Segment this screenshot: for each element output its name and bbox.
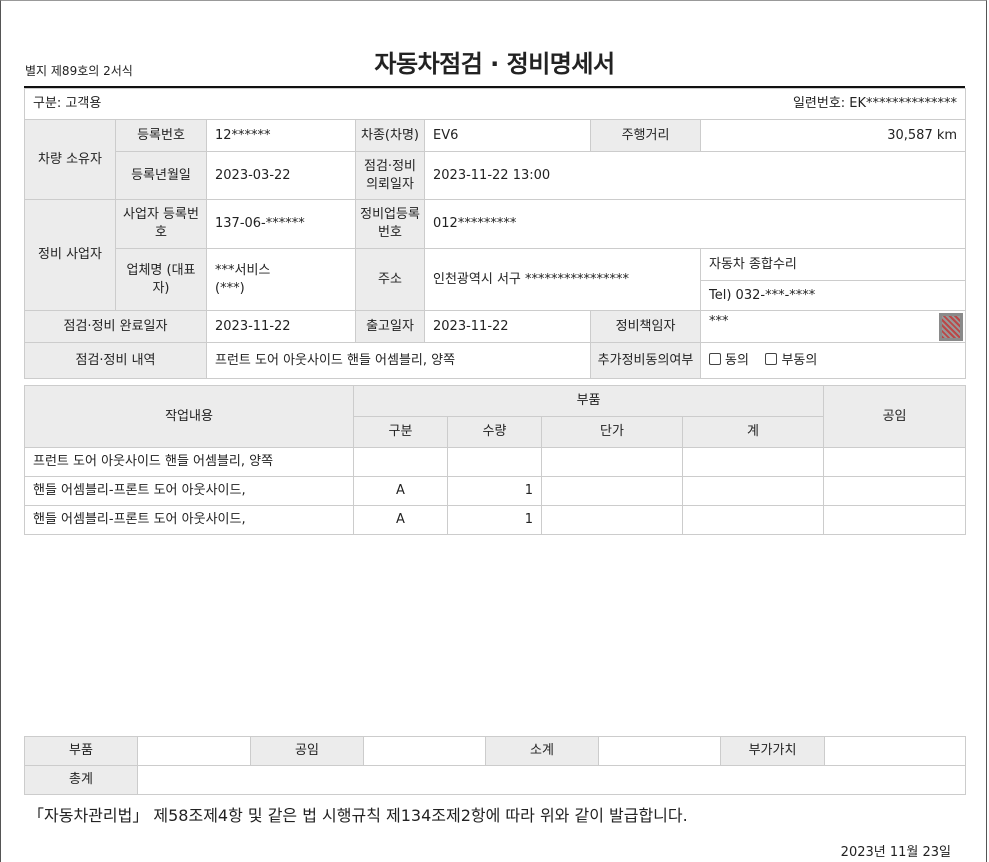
unit-price-cell	[541, 505, 683, 535]
shop-tel: Tel) 032-***-****	[700, 280, 967, 311]
shop-row-2: 업체명 (대표자) ***서비스 (***) 주소 인천광역시 서구 *****…	[25, 248, 967, 311]
model-label: 차종(차명)	[355, 119, 426, 152]
summary-labor-value	[363, 736, 486, 766]
document-title: 자동차점검 · 정비명세서	[374, 50, 615, 78]
work-cell: 프런트 도어 아웃사이드 핸들 어셈블리, 양쪽	[24, 447, 354, 477]
legal-statement: 「자동차관리법」 제58조제4항 및 같은 법 시행규칙 제134조제2항에 따…	[28, 806, 688, 825]
mileage-label: 주행거리	[590, 119, 702, 152]
total-cell	[681, 447, 825, 477]
details-value: 프런트 도어 아웃사이드 핸들 어셈블리, 양쪽	[205, 342, 592, 379]
owner-label: 차량 소유자	[24, 119, 116, 200]
shop-type: 자동차 종합수리	[700, 248, 967, 281]
summary-total-label: 총계	[24, 765, 138, 795]
consent-options: 동의 부동의	[700, 342, 967, 379]
summary-vat-value	[824, 736, 966, 766]
labor-cell	[823, 447, 967, 477]
release-date-label: 출고일자	[355, 310, 426, 343]
summary-labor-label: 공임	[250, 736, 364, 766]
manager-label: 정비책임자	[590, 310, 702, 343]
summary-vat-label: 부가가치	[720, 736, 825, 766]
summary-total-value	[137, 765, 966, 795]
summary-table: 부품 공임 소계 부가가치 총계	[24, 736, 966, 795]
vehicle-info-table: 구분: 고객용 일련번호: EK************** 차량 소유자 등록…	[23, 88, 967, 379]
serial-number: 일련번호: EK**************	[355, 88, 967, 120]
unit-price-cell	[541, 476, 683, 506]
shop-reg-no-label: 정비업등록 번호	[355, 199, 426, 249]
type-cell: A	[353, 476, 448, 506]
summary-parts-label: 부품	[24, 736, 138, 766]
reg-no-label: 등록번호	[115, 119, 207, 152]
summary-parts-value	[137, 736, 251, 766]
details-label: 점검·정비 내역	[24, 342, 207, 379]
total-header: 계	[681, 416, 825, 448]
manager-value: ***	[709, 313, 729, 329]
labor-cell	[823, 505, 967, 535]
release-date-value: 2023-11-22	[424, 310, 592, 343]
qty-cell: 1	[447, 476, 542, 506]
disagree-label: 부동의	[781, 352, 818, 368]
shop-row-1: 정비 사업자 사업자 등록번호 137-06-****** 정비업등록 번호 0…	[24, 199, 967, 311]
work-header: 작업내용	[24, 385, 354, 448]
company-value: ***서비스 (***)	[205, 248, 357, 311]
reg-no-value: 12******	[205, 119, 357, 152]
company-label: 업체명 (대표자)	[115, 248, 207, 311]
details-row: 점검·정비 내역 프런트 도어 아웃사이드 핸들 어셈블리, 양쪽 추가정비동의…	[24, 342, 967, 379]
qty-cell	[447, 447, 542, 477]
summary-row-2: 총계	[24, 765, 966, 795]
summary-subtotal-label: 소계	[485, 736, 599, 766]
summary-row-1: 부품 공임 소계 부가가치	[24, 736, 966, 766]
work-cell: 핸들 어셈블리-프론트 도어 아웃사이드,	[24, 505, 354, 535]
agree-checkbox[interactable]	[709, 352, 722, 365]
table-row: 핸들 어셈블리-프론트 도어 아웃사이드, A 1	[24, 476, 967, 506]
qty-header: 수량	[447, 416, 542, 448]
consent-label: 추가정비동의여부	[590, 342, 702, 379]
owner-row-1: 차량 소유자 등록번호 12****** 차종(차명) EV6 주행거리 30,…	[24, 119, 967, 200]
request-date-value: 2023-11-22 13:00	[424, 151, 967, 200]
qty-cell: 1	[447, 505, 542, 535]
total-cell	[681, 505, 825, 535]
labor-cell	[823, 476, 967, 506]
manager-cell: ***	[700, 310, 967, 343]
biz-no-value: 137-06-******	[205, 199, 357, 249]
issue-date: 2023년 11월 23일	[840, 845, 951, 860]
labor-header: 공임	[823, 385, 967, 448]
category-row: 구분: 고객용 일련번호: EK**************	[23, 88, 967, 120]
parts-header: 부품	[352, 385, 825, 417]
summary-subtotal-value	[598, 736, 721, 766]
address-value: 인천광역시 서구 ****************	[424, 248, 702, 311]
total-cell	[681, 476, 825, 506]
type-cell	[353, 447, 448, 477]
dates-row: 점검·정비 완료일자 2023-11-22 출고일자 2023-11-22 정비…	[24, 310, 967, 343]
disagree-checkbox[interactable]	[765, 352, 778, 365]
table-row: 핸들 어셈블리-프론트 도어 아웃사이드, A 1	[24, 505, 967, 535]
type-header: 구분	[353, 416, 448, 448]
company-rep: (***)	[215, 280, 245, 296]
category: 구분: 고객용	[23, 88, 356, 120]
shop-label: 정비 사업자	[24, 199, 116, 311]
complete-date-label: 점검·정비 완료일자	[24, 310, 207, 343]
shop-reg-no-value: 012*********	[424, 199, 967, 249]
owner-row-2: 등록년월일 2023-03-22 점검·정비 의뢰일자 2023-11-22 1…	[25, 151, 967, 200]
work-table: 작업내용 부품 공임 구분 수량 단가 계 프런트 도어 아웃사이드 핸들 어셈…	[24, 385, 967, 535]
table-row: 프런트 도어 아웃사이드 핸들 어셈블리, 양쪽	[24, 447, 967, 477]
unit-price-header: 단가	[541, 416, 683, 448]
biz-no-label: 사업자 등록번호	[115, 199, 207, 249]
request-date-label: 점검·정비 의뢰일자	[355, 151, 426, 200]
type-cell: A	[353, 505, 448, 535]
company-name: ***서비스	[215, 262, 271, 278]
unit-price-cell	[541, 447, 683, 477]
work-cell: 핸들 어셈블리-프론트 도어 아웃사이드,	[24, 476, 354, 506]
complete-date-value: 2023-11-22	[205, 310, 357, 343]
reg-date-label: 등록년월일	[115, 151, 207, 200]
mileage-value: 30,587 km	[700, 119, 967, 152]
agree-label: 동의	[725, 352, 749, 368]
seal-stamp-icon	[939, 312, 964, 341]
reg-date-value: 2023-03-22	[205, 151, 357, 200]
address-label: 주소	[355, 248, 426, 311]
model-value: EV6	[424, 119, 592, 152]
work-header-row-1: 작업내용 부품 공임	[24, 385, 967, 448]
